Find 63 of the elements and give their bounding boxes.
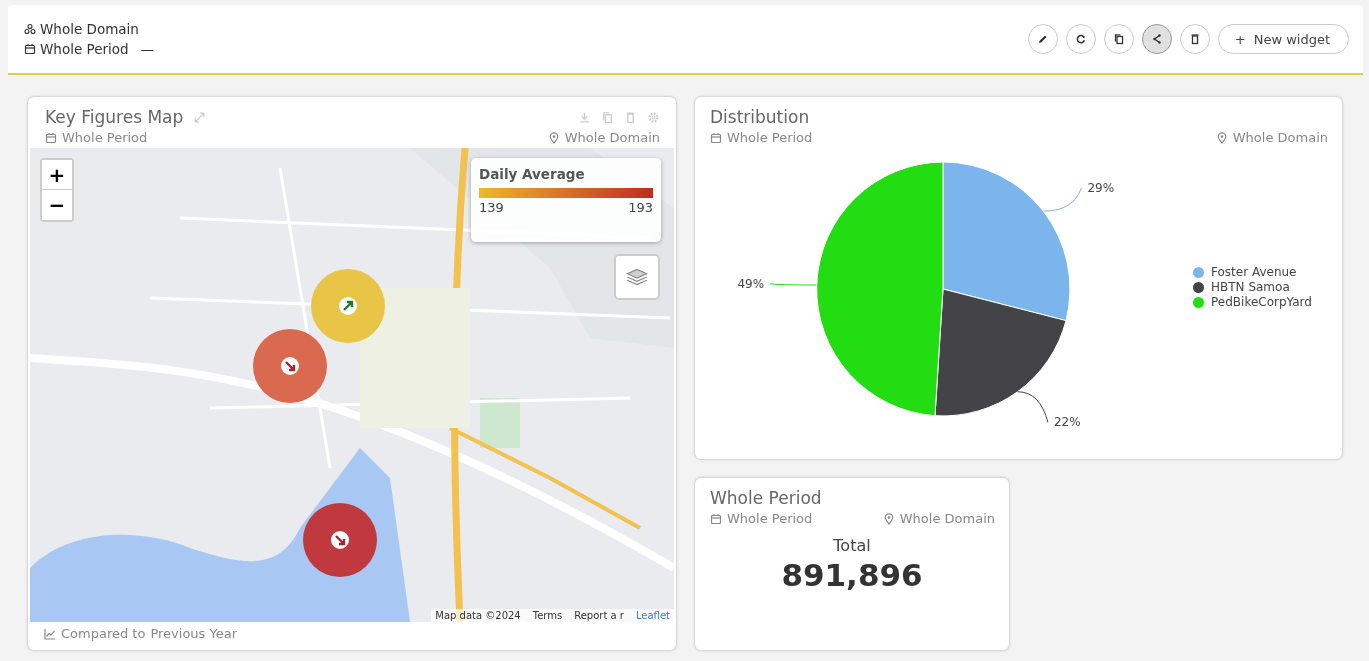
expand-icon[interactable] — [193, 110, 207, 124]
calendar-icon — [710, 131, 722, 144]
trend-chart-icon — [44, 627, 56, 640]
domain-label: Whole Domain — [899, 511, 995, 526]
domain-label: Whole Domain — [564, 130, 660, 145]
total-value: 891,896 — [781, 557, 923, 593]
download-icon[interactable] — [578, 110, 591, 124]
data-label: 29% — [1087, 180, 1115, 195]
calendar-icon — [24, 43, 36, 55]
zoom-in-button[interactable]: + — [42, 160, 72, 190]
domain-label: Whole Domain — [1232, 130, 1328, 145]
period-range: — — [140, 41, 155, 57]
period-filter[interactable]: Whole Period — [40, 41, 129, 57]
copy-icon — [1112, 33, 1125, 45]
card-title: Whole Period — [710, 488, 822, 508]
pie-slice[interactable] — [934, 288, 1067, 417]
pie-slice[interactable] — [942, 161, 1071, 322]
card-title: Key Figures Map — [45, 107, 184, 127]
attribution-link[interactable]: Terms — [532, 610, 563, 621]
edit-button[interactable] — [1027, 24, 1058, 54]
comparison-value[interactable]: Previous Year — [150, 626, 237, 641]
copy-button[interactable] — [1103, 24, 1134, 54]
attribution-link[interactable]: Map data ©2024 — [435, 610, 521, 621]
comparison-label: Compared to — [61, 626, 146, 641]
location-pin-icon — [1215, 131, 1228, 144]
leader-line — [1042, 187, 1082, 212]
leader-line — [769, 283, 817, 286]
legend-label[interactable]: Foster Avenue — [1211, 265, 1297, 279]
data-label: 22% — [1054, 415, 1081, 430]
total-label: Total — [833, 536, 871, 555]
period-label: Whole Period — [727, 130, 813, 145]
leaflet-link[interactable]: Leaflet — [635, 610, 670, 621]
location-pin-icon — [547, 131, 560, 144]
legend-title: Daily Average — [479, 166, 586, 182]
location-pin-icon — [882, 512, 895, 525]
calendar-icon — [45, 131, 57, 144]
period-label: Whole Period — [727, 511, 813, 526]
copy-icon[interactable] — [601, 110, 614, 124]
delete-button[interactable] — [1179, 24, 1210, 54]
legend-label[interactable]: HBTN Samoa — [1211, 280, 1290, 294]
group-icon — [24, 23, 36, 35]
domain-filter[interactable]: Whole Domain — [40, 21, 139, 37]
layers-button[interactable] — [614, 254, 660, 300]
legend-label[interactable]: PedBikeCorpYard — [1211, 295, 1312, 309]
data-marker[interactable] — [310, 268, 386, 344]
refresh-icon — [1074, 33, 1087, 45]
legend-min: 139 — [479, 200, 504, 215]
share-button[interactable] — [1141, 24, 1172, 54]
period-label: Whole Period — [62, 130, 148, 145]
share-icon — [1150, 33, 1163, 45]
settings-icon[interactable] — [647, 110, 660, 124]
card-title: Distribution — [710, 107, 810, 127]
leader-line — [1017, 391, 1049, 423]
data-label: 49% — [737, 276, 765, 291]
legend-max: 193 — [628, 200, 653, 215]
data-marker[interactable] — [252, 328, 328, 404]
trash-icon[interactable] — [624, 110, 637, 124]
new-widget-button[interactable]: + New widget — [1217, 24, 1349, 54]
pencil-icon — [1036, 33, 1049, 45]
refresh-button[interactable] — [1065, 24, 1096, 54]
attribution-link[interactable]: Report a r — [574, 610, 624, 621]
calendar-icon — [710, 512, 722, 525]
data-marker[interactable] — [302, 502, 378, 578]
